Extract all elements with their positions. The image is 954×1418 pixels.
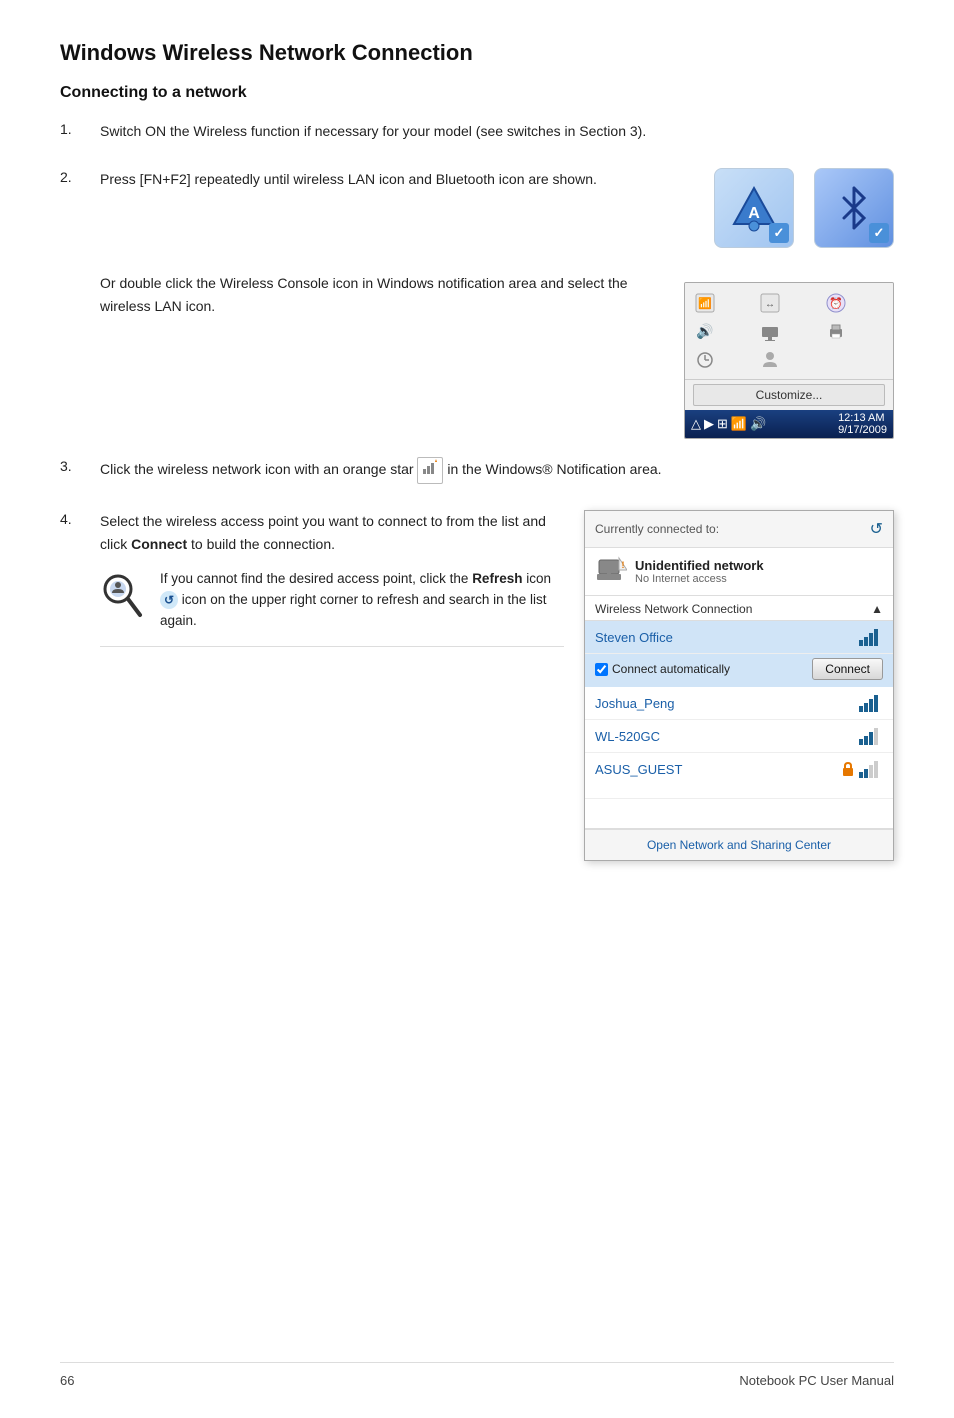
step-4-bold: Connect [131, 536, 187, 552]
np-section-expand-icon[interactable]: ▲ [871, 602, 883, 616]
unidentified-text: Unidentified network No Internet access [635, 558, 764, 585]
unidentified-name: Unidentified network [635, 558, 764, 573]
network-item-joshua-peng[interactable]: Joshua_Peng [585, 687, 893, 720]
step-2-text-part1: Press [FN+F2] repeatedly until wireless … [100, 168, 694, 190]
step-4-content: Select the wireless access point you wan… [100, 510, 894, 861]
network-name-joshua-peng: Joshua_Peng [595, 696, 675, 711]
wireless-lan-icon: A ✓ [714, 168, 794, 248]
network-signal-asus-guest [859, 760, 883, 778]
customize-button[interactable]: Customize... [693, 384, 885, 406]
step-4-number: 4. [60, 510, 100, 861]
notif-icon-clock [693, 347, 717, 371]
svg-text:!: ! [622, 560, 625, 570]
taskbar-signal-icon: 📶 [731, 416, 747, 432]
windows-taskbar: △ ▶ ⊞ 📶 🔊 12:13 AM 9/17/2009 [685, 410, 893, 438]
notif-icon-bt: ⏰ [824, 291, 848, 315]
step-3: 3. Click the wireless network icon with … [60, 457, 894, 492]
network-signal-wl520gc [859, 727, 883, 745]
step-4-main-text: Select the wireless access point you wan… [100, 510, 564, 555]
notif-icon-vol: ↔ [758, 291, 782, 315]
taskbar-play-icon: ▶ [704, 416, 714, 432]
np-section-title: Wireless Network Connection ▲ [585, 596, 893, 621]
connect-auto-row: Connect automatically Connect [585, 654, 893, 687]
step-1: 1. Switch ON the Wireless function if ne… [60, 120, 894, 150]
notif-icon-wireless: 📶 [693, 291, 717, 315]
search-icon-large [100, 569, 148, 632]
section-subtitle: Connecting to a network [60, 84, 894, 102]
bluetooth-checkmark: ✓ [869, 223, 889, 243]
connect-button[interactable]: Connect [812, 658, 883, 680]
network-item-wl520gc[interactable]: WL-520GC [585, 720, 893, 753]
unidentified-network: ! Unidentified network No Internet acces… [585, 548, 893, 596]
refresh-icon: ↺ [160, 591, 178, 609]
svg-text:🔊: 🔊 [696, 322, 713, 340]
windows-notification-area: 📶 ↔ ⏰ [684, 282, 894, 439]
step-3-text-suffix: in the Windows® Notification area. [447, 462, 661, 478]
step-4-info-text: If you cannot find the desired access po… [160, 569, 564, 632]
notif-icon-print [824, 319, 848, 343]
notif-icon-network [758, 319, 782, 343]
svg-text:📶: 📶 [698, 297, 712, 310]
np-section-title-text: Wireless Network Connection [595, 602, 752, 616]
network-name-wl520gc: WL-520GC [595, 729, 660, 744]
network-panel-footer[interactable]: Open Network and Sharing Center [585, 829, 893, 860]
connect-auto-checkbox-container[interactable]: Connect automatically [595, 662, 730, 676]
step-1-number: 1. [60, 120, 100, 150]
unidentified-sub: No Internet access [635, 573, 764, 585]
wireless-checkmark: ✓ [769, 223, 789, 243]
step-3-text-main: Click the wireless network icon with an … [100, 462, 414, 478]
network-item-steven-office[interactable]: Steven Office [585, 621, 893, 654]
footer-title: Notebook PC User Manual [739, 1373, 894, 1388]
network-name-asus-guest: ASUS_GUEST [595, 762, 682, 777]
step-3-text: Click the wireless network icon with an … [100, 457, 894, 484]
step-4-info-box: If you cannot find the desired access po… [100, 569, 564, 647]
step-2-text-part2: Or double click the Wireless Console ico… [100, 272, 664, 317]
page-footer: 66 Notebook PC User Manual [60, 1362, 894, 1388]
bluetooth-icon: ✓ [814, 168, 894, 248]
taskbar-time: 12:13 AM 9/17/2009 [838, 412, 887, 436]
lock-icon [840, 761, 856, 777]
network-signal-joshua-peng [859, 694, 883, 712]
np-refresh-icon[interactable]: ↺ [870, 519, 883, 539]
network-item-asus-guest[interactable]: ASUS_GUEST [585, 753, 893, 799]
notif-icon-user [758, 347, 782, 371]
step-1-text: Switch ON the Wireless function if neces… [100, 120, 894, 142]
svg-text:⏰: ⏰ [829, 296, 843, 310]
page-title: Windows Wireless Network Connection [60, 40, 894, 66]
step-3-content: Click the wireless network icon with an … [100, 457, 894, 492]
step-3-number: 3. [60, 457, 100, 492]
taskbar-arrow-icon: △ [691, 416, 701, 432]
notif-icon-speaker: 🔊 [693, 319, 717, 343]
footer-page-number: 66 [60, 1373, 74, 1388]
info-bold: Refresh [472, 571, 522, 586]
network-signal-steven-office [859, 628, 883, 646]
info-suffix: icon on the upper right corner to refres… [160, 592, 546, 628]
svg-text:↔: ↔ [765, 299, 775, 310]
step-2-content: Press [FN+F2] repeatedly until wireless … [100, 168, 894, 439]
wireless-bt-icons-row: A ✓ ✓ [714, 168, 894, 248]
notif-body: 📶 ↔ ⏰ [685, 283, 893, 379]
taskbar-volume-icon: 🔊 [750, 416, 766, 432]
step-2: 2. Press [FN+F2] repeatedly until wirele… [60, 168, 894, 439]
info-prefix: If you cannot find the desired access po… [160, 571, 472, 586]
step-4-left: Select the wireless access point you wan… [100, 510, 564, 647]
steps-list: 1. Switch ON the Wireless function if ne… [60, 120, 894, 861]
step-1-content: Switch ON the Wireless function if neces… [100, 120, 894, 150]
connect-auto-checkbox[interactable] [595, 663, 608, 676]
unidentified-network-icon: ! [595, 556, 627, 587]
network-name-steven-office: Steven Office [595, 630, 673, 645]
asus-guest-signal-lock [840, 760, 883, 778]
step-4: 4. Select the wireless access point you … [60, 510, 894, 861]
step-2-number: 2. [60, 168, 100, 439]
np-header-title: Currently connected to: [595, 522, 719, 536]
svg-text:A: A [748, 205, 760, 222]
network-panel: Currently connected to: ↺ ! [584, 510, 894, 861]
taskbar-icons-left: △ ▶ ⊞ 📶 🔊 [691, 416, 766, 432]
step-4-suffix: to build the connection. [187, 536, 335, 552]
step-2-images: A ✓ ✓ [714, 168, 894, 254]
network-panel-header: Currently connected to: ↺ [585, 511, 893, 548]
connect-auto-label: Connect automatically [612, 662, 730, 676]
taskbar-grid-icon: ⊞ [717, 416, 728, 432]
orange-star-wifi-icon [417, 457, 443, 484]
